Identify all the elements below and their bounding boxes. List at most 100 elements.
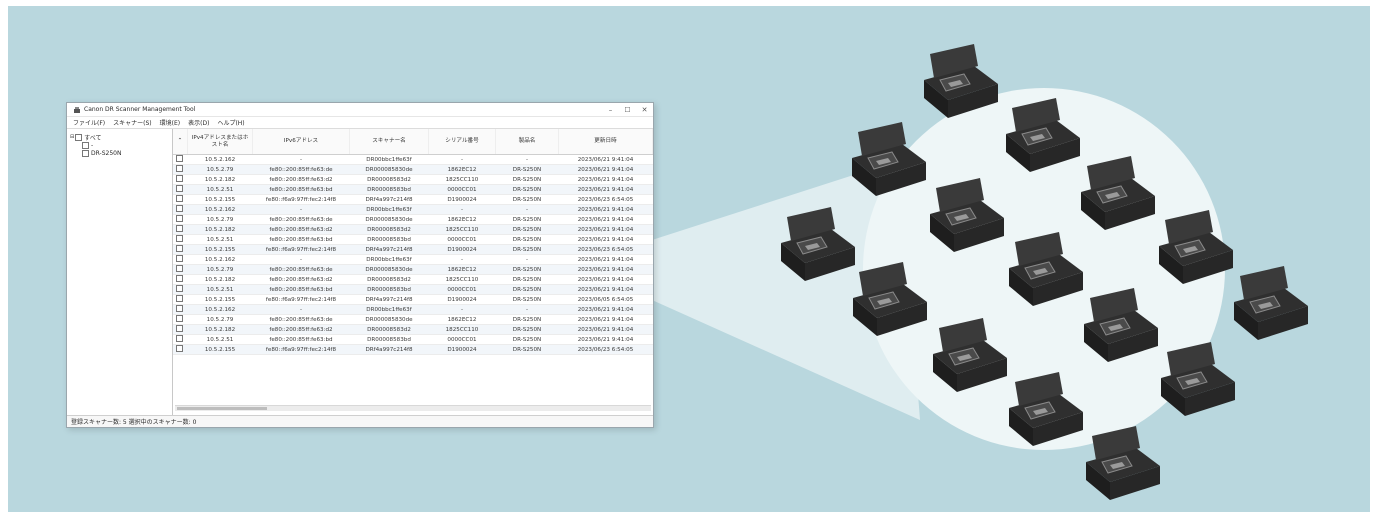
row-checkbox[interactable] (175, 255, 183, 262)
table-row[interactable]: 10.5.2.51 fe80::200:85ff:fe63:bd DR0000858… (173, 234, 653, 245)
table-row[interactable]: 10.5.2.51 fe80::200:85ff:fe63:bd DR0000858… (173, 334, 653, 345)
row-checkbox-cell[interactable] (173, 164, 188, 175)
cell-product: DR-S250N (495, 164, 559, 175)
row-checkbox-cell[interactable] (173, 334, 188, 345)
table-row[interactable]: 10.5.2.162- DR00bbc1ffe63f - -2023/06/21 9:… (173, 254, 653, 265)
cell-ipv6: fe80::200:85ff:fe63:de (252, 264, 350, 275)
cell-ipv4: 10.5.2.162 (187, 254, 253, 265)
row-checkbox[interactable] (175, 295, 183, 302)
cell-serial: D1900024 (428, 344, 496, 355)
collapse-icon[interactable]: ⊟ (70, 134, 74, 140)
table-row[interactable]: 10.5.2.79 fe80::200:85ff:fe63:de DR0000858… (173, 214, 653, 225)
table-row[interactable]: 10.5.2.182 fe80::200:85ff:fe63:d2 DR000085… (173, 324, 653, 335)
cell-ipv4: 10.5.2.155 (187, 344, 253, 355)
row-checkbox-cell[interactable] (173, 304, 188, 315)
table-row[interactable]: 10.5.2.51 fe80::200:85ff:fe63:bd DR0000858… (173, 284, 653, 295)
row-checkbox[interactable] (175, 225, 183, 232)
row-checkbox-cell[interactable] (173, 314, 188, 325)
row-checkbox[interactable] (175, 165, 183, 172)
cell-serial: 1862EC12 (428, 214, 496, 225)
minimize-button[interactable]: – (602, 106, 619, 114)
table-row[interactable]: 10.5.2.155 fe80::f6a9:97ff:fec2:14f8 DRf4a… (173, 294, 653, 305)
row-checkbox[interactable] (175, 205, 183, 212)
row-checkbox-cell[interactable] (173, 264, 188, 275)
menu-file[interactable]: ファイル(F) (73, 118, 105, 127)
tree-checkbox-model[interactable] (82, 149, 89, 157)
row-checkbox-cell[interactable] (173, 284, 188, 295)
row-checkbox-cell[interactable] (173, 234, 188, 245)
row-checkbox-cell[interactable] (173, 194, 188, 205)
scroll-thumb[interactable] (177, 407, 267, 410)
table-row[interactable]: 10.5.2.155 fe80::f6a9:97ff:fec2:14f8 DRf4a… (173, 244, 653, 255)
col-ipv4[interactable]: IPv4アドレスまたはホスト名 (187, 129, 253, 155)
row-checkbox-cell[interactable] (173, 344, 188, 355)
table-row[interactable]: 10.5.2.155 fe80::f6a9:97ff:fec2:14f8 DRf4a… (173, 194, 653, 205)
table-row[interactable]: 10.5.2.182 fe80::200:85ff:fe63:d2 DR000085… (173, 224, 653, 235)
row-checkbox[interactable] (175, 155, 183, 162)
cell-updated: 2023/06/23 6:54:05 (558, 344, 653, 355)
row-checkbox[interactable] (175, 345, 183, 352)
row-checkbox[interactable] (175, 215, 183, 222)
row-checkbox[interactable] (175, 235, 183, 242)
row-checkbox-cell[interactable] (173, 274, 188, 285)
tree-item-all[interactable]: ⊟ すべて (70, 133, 169, 142)
menu-help[interactable]: ヘルプ(H) (217, 118, 244, 127)
tree-checkbox-all[interactable] (75, 133, 83, 141)
table-row[interactable]: 10.5.2.162- DR00bbc1ffe63f - -2023/06/21 9:… (173, 154, 653, 165)
row-checkbox[interactable] (175, 335, 183, 342)
col-serial[interactable]: シリアル番号 (428, 129, 496, 155)
col-updated[interactable]: 更新日時 (558, 129, 653, 155)
col-product[interactable]: 製品名 (495, 129, 559, 155)
row-checkbox-cell[interactable] (173, 254, 188, 265)
table-row[interactable]: 10.5.2.79 fe80::200:85ff:fe63:de DR0000858… (173, 164, 653, 175)
cell-ipv6: fe80::200:85ff:fe63:de (252, 214, 350, 225)
table-row[interactable]: 10.5.2.51 fe80::200:85ff:fe63:bd DR0000858… (173, 184, 653, 195)
menu-view[interactable]: 表示(D) (188, 118, 209, 127)
table-row[interactable]: 10.5.2.155 fe80::f6a9:97ff:fec2:14f8 DRf4a… (173, 344, 653, 355)
table-row[interactable]: 10.5.2.162- DR00bbc1ffe63f - -2023/06/21 9:… (173, 304, 653, 315)
row-checkbox[interactable] (175, 185, 183, 192)
row-checkbox[interactable] (175, 315, 183, 322)
cell-serial: 0000CC01 (428, 334, 496, 345)
row-checkbox-cell[interactable] (173, 204, 188, 215)
row-checkbox-cell[interactable] (173, 324, 188, 335)
row-checkbox-cell[interactable] (173, 154, 188, 165)
cell-ipv4: 10.5.2.155 (187, 294, 253, 305)
tree-checkbox-blank[interactable] (82, 141, 89, 149)
row-checkbox[interactable] (175, 245, 183, 252)
menu-scanner[interactable]: スキャナー(S) (113, 118, 152, 127)
row-checkbox-cell[interactable] (173, 174, 188, 185)
sort-indicator[interactable]: ⌃ (173, 129, 188, 155)
scanner-device-icon (1228, 262, 1312, 342)
menu-environment[interactable]: 環境(E) (160, 118, 180, 127)
horizontal-scrollbar[interactable] (175, 405, 651, 411)
row-checkbox-cell[interactable] (173, 244, 188, 255)
cell-updated: 2023/06/23 6:54:05 (558, 194, 653, 205)
tree-item-model[interactable]: DR-S250N (70, 149, 169, 157)
row-checkbox-cell[interactable] (173, 294, 188, 305)
table-row[interactable]: 10.5.2.182 fe80::200:85ff:fe63:d2 DR000085… (173, 274, 653, 285)
col-ipv6[interactable]: IPv6アドレス (252, 129, 350, 155)
row-checkbox-cell[interactable] (173, 224, 188, 235)
cell-updated: 2023/06/21 9:41:04 (558, 154, 653, 165)
row-checkbox[interactable] (175, 195, 183, 202)
table-row[interactable]: 10.5.2.182 fe80::200:85ff:fe63:d2 DR000085… (173, 174, 653, 185)
scanner-device-icon (1080, 422, 1164, 502)
row-checkbox-cell[interactable] (173, 184, 188, 195)
row-checkbox[interactable] (175, 325, 183, 332)
close-button[interactable]: ✕ (636, 106, 653, 114)
col-scanner-name[interactable]: スキャナー名 (349, 129, 429, 155)
table-row[interactable]: 10.5.2.162- DR00bbc1ffe63f - -2023/06/21 9:… (173, 204, 653, 215)
row-checkbox[interactable] (175, 175, 183, 182)
maximize-button[interactable]: ☐ (619, 106, 636, 114)
table-row[interactable]: 10.5.2.79 fe80::200:85ff:fe63:de DR0000858… (173, 264, 653, 275)
table-row[interactable]: 10.5.2.79 fe80::200:85ff:fe63:de DR0000858… (173, 314, 653, 325)
row-checkbox[interactable] (175, 275, 183, 282)
row-checkbox[interactable] (175, 285, 183, 292)
row-checkbox[interactable] (175, 305, 183, 312)
row-checkbox[interactable] (175, 265, 183, 272)
cell-product: DR-S250N (495, 334, 559, 345)
cell-scanner-name: DR00008583d2 (349, 224, 429, 235)
row-checkbox-cell[interactable] (173, 214, 188, 225)
tree-item-blank[interactable]: - (70, 141, 169, 149)
